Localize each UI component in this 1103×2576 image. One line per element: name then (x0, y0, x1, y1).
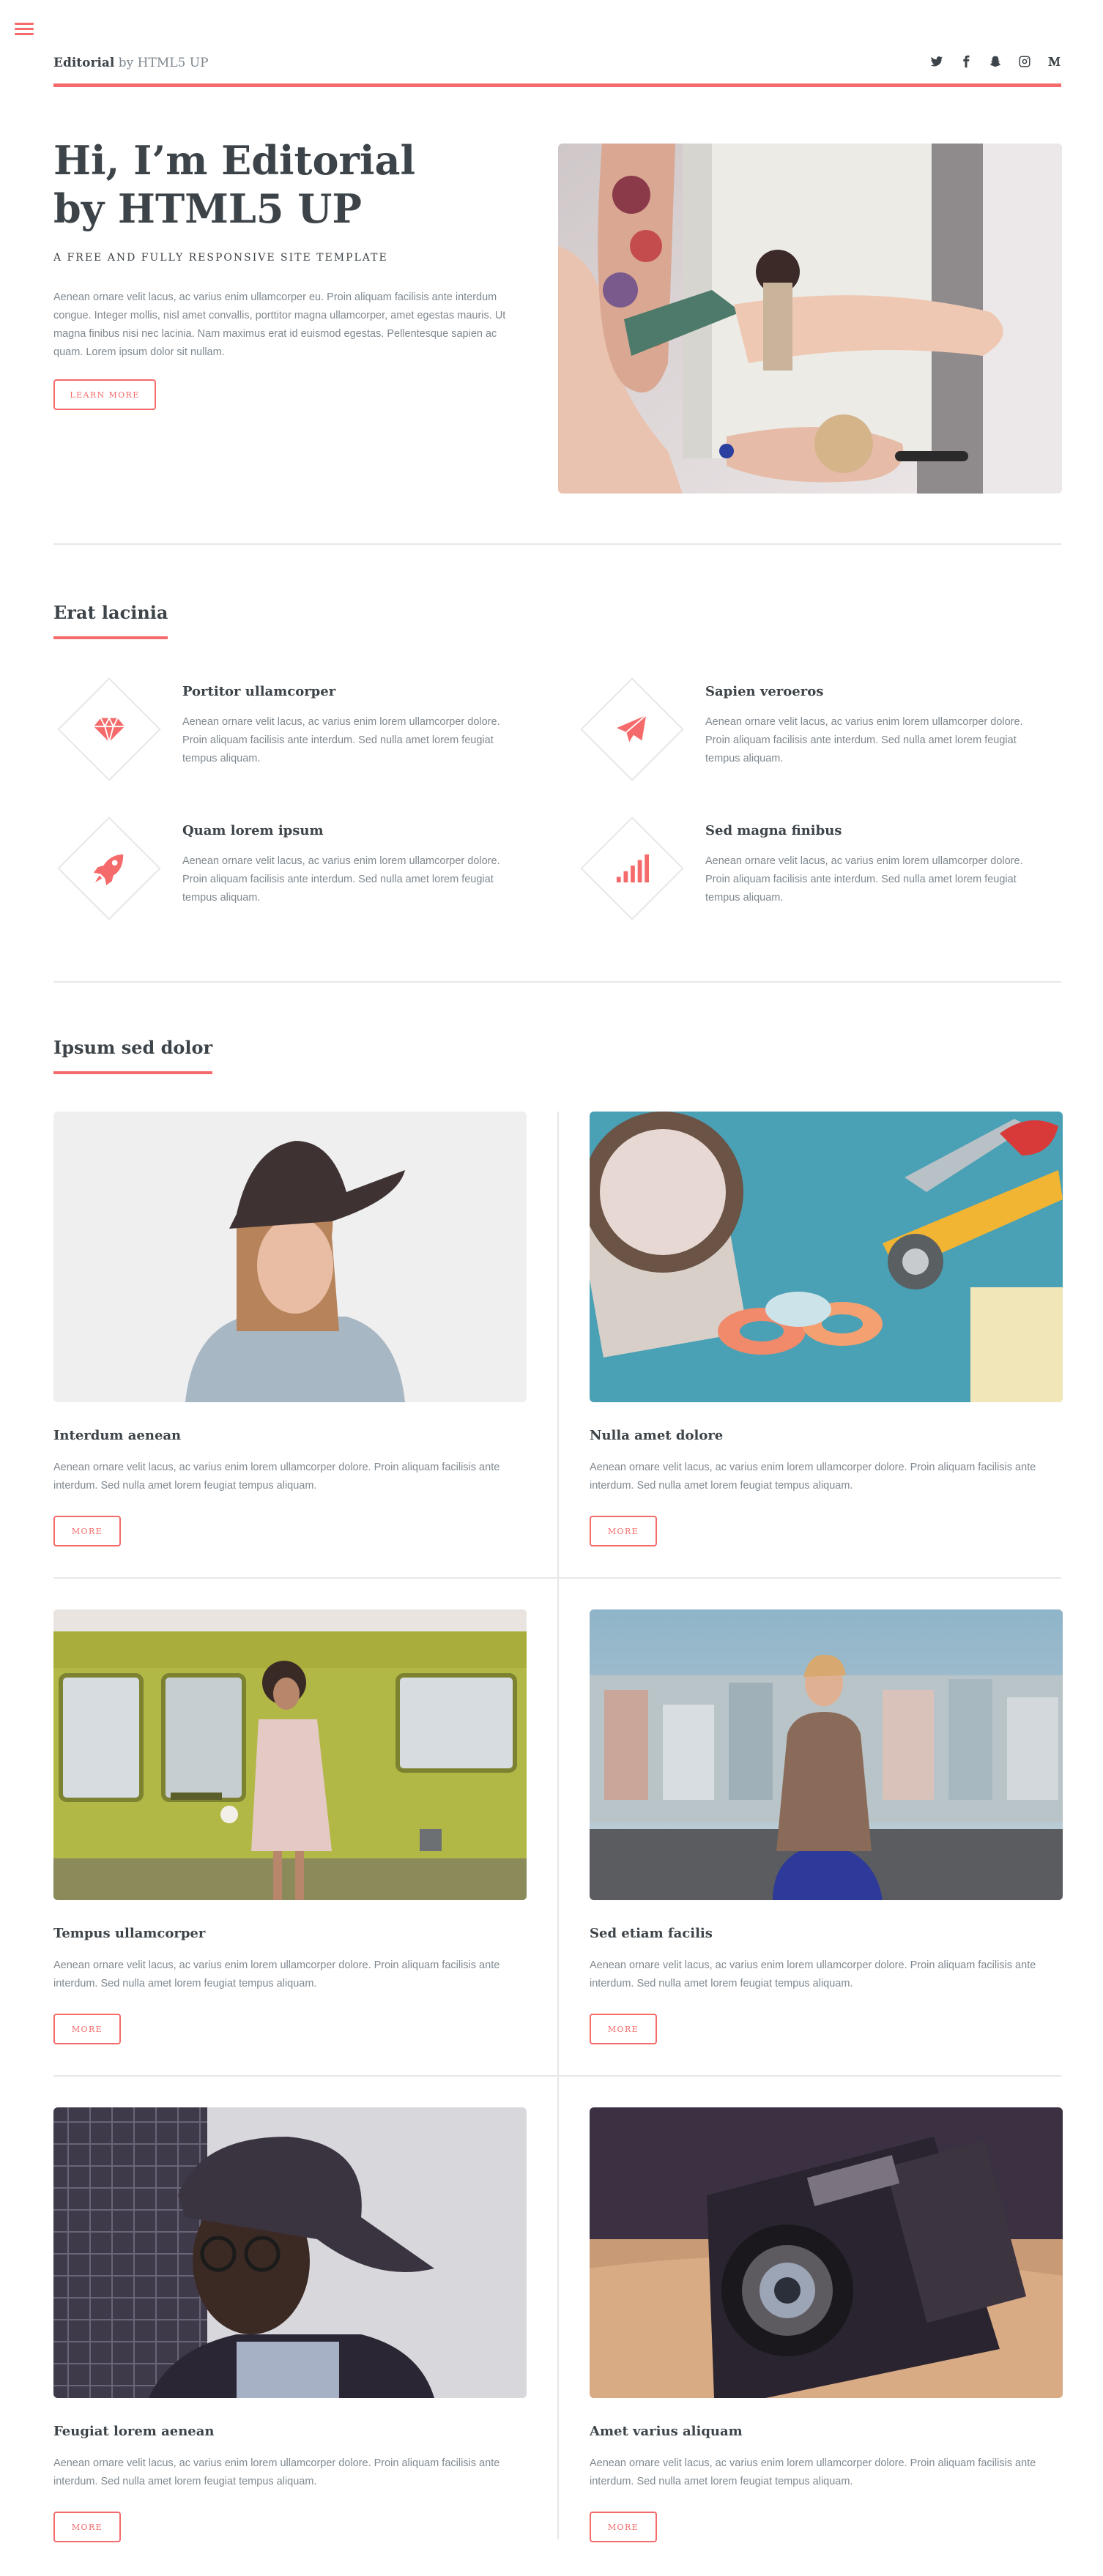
post-card: Sed etiam facilis Aenean ornare velit la… (590, 1609, 1063, 2078)
post-image[interactable] (53, 1609, 527, 1900)
post-card: Nulla amet dolore Aenean ornare velit la… (590, 1112, 1063, 1580)
post-title: Feugiat lorem aenean (53, 2424, 215, 2439)
post-title: Interdum aenean (53, 1428, 182, 1443)
post-image[interactable] (590, 1609, 1063, 1900)
post-text: Aenean ornare velit lacus, ac varius eni… (590, 2457, 1036, 2487)
post-image[interactable] (53, 2107, 527, 2398)
feature-title: Sapien veroeros (705, 684, 824, 699)
feature-item: Sed magna finibus Aenean ornare velit la… (576, 814, 1060, 924)
feature-title: Portitor ullamcorper (182, 684, 336, 699)
feature-item: Portitor ullamcorper Aenean ornare velit… (53, 675, 537, 785)
paper-plane-icon (606, 703, 658, 756)
post-title: Tempus ullamcorper (53, 1926, 206, 1941)
social-icons (929, 54, 1061, 69)
feature-title: Sed magna finibus (705, 823, 842, 838)
twitter-icon[interactable] (929, 54, 944, 69)
posts-heading: Ipsum sed dolor (53, 1037, 213, 1074)
menu-toggle-icon[interactable] (15, 21, 34, 40)
feature-text: Aenean ornare velit lacus, ac varius eni… (705, 855, 1023, 904)
post-text: Aenean ornare velit lacus, ac varius eni… (590, 1959, 1036, 1989)
post-image[interactable] (590, 2107, 1063, 2398)
section-divider (53, 981, 1061, 983)
section-divider (53, 543, 1061, 545)
signal-bars-icon (606, 842, 658, 895)
post-card: Interdum aenean Aenean ornare velit lacu… (53, 1112, 527, 1580)
more-button[interactable]: MORE (590, 2512, 657, 2542)
features-heading: Erat lacinia (53, 602, 168, 639)
feature-text: Aenean ornare velit lacus, ac varius eni… (705, 716, 1023, 764)
banner-text: Aenean ornare velit lacus, ac varius eni… (53, 291, 506, 358)
banner-title-line2: by HTML5 UP (53, 185, 362, 232)
post-card: Tempus ullamcorper Aenean ornare velit l… (53, 1609, 527, 2078)
post-title: Sed etiam facilis (590, 1926, 713, 1941)
post-card: Feugiat lorem aenean Aenean ornare velit… (53, 2107, 527, 2576)
learn-more-button[interactable]: LEARN MORE (53, 379, 156, 410)
more-button[interactable]: MORE (590, 1516, 657, 1546)
feature-title: Quam lorem ipsum (182, 823, 324, 838)
post-image[interactable] (590, 1112, 1063, 1402)
banner-title-line1: Hi, I’m Editorial (53, 137, 415, 184)
medium-icon[interactable] (1047, 54, 1061, 69)
posts-column-divider (557, 1112, 559, 2539)
banner-image (558, 144, 1062, 494)
post-text: Aenean ornare velit lacus, ac varius eni… (53, 1462, 500, 1492)
feature-item: Quam lorem ipsum Aenean ornare velit lac… (53, 814, 537, 924)
diamond-gem-icon (83, 703, 135, 756)
post-text: Aenean ornare velit lacus, ac varius eni… (53, 1959, 500, 1989)
more-button[interactable]: MORE (53, 1516, 121, 1546)
facebook-icon[interactable] (959, 54, 973, 69)
logo-brand: Editorial (53, 56, 115, 70)
post-text: Aenean ornare velit lacus, ac varius eni… (53, 2457, 500, 2487)
rocket-icon (83, 842, 135, 895)
banner-subtitle: A FREE AND FULLY RESPONSIVE SITE TEMPLAT… (53, 252, 388, 264)
snapchat-icon[interactable] (988, 54, 1003, 69)
post-text: Aenean ornare velit lacus, ac varius eni… (590, 1462, 1036, 1492)
feature-item: Sapien veroeros Aenean ornare velit lacu… (576, 675, 1060, 785)
more-button[interactable]: MORE (590, 2014, 657, 2044)
banner-title: Hi, I’m Editorial by HTML5 UP (53, 136, 522, 233)
more-button[interactable]: MORE (53, 2014, 121, 2044)
post-title: Nulla amet dolore (590, 1428, 724, 1443)
more-button[interactable]: MORE (53, 2512, 121, 2542)
site-header: Editorial by HTML5 UP (53, 53, 1061, 87)
feature-text: Aenean ornare velit lacus, ac varius eni… (182, 855, 500, 904)
instagram-icon[interactable] (1017, 54, 1032, 69)
post-image[interactable] (53, 1112, 527, 1402)
feature-text: Aenean ornare velit lacus, ac varius eni… (182, 716, 500, 764)
post-title: Amet varius aliquam (590, 2424, 743, 2439)
post-card: Amet varius aliquam Aenean ornare velit … (590, 2107, 1063, 2576)
logo-suffix: by HTML5 UP (114, 56, 209, 70)
logo-link[interactable]: Editorial by HTML5 UP (53, 56, 209, 70)
